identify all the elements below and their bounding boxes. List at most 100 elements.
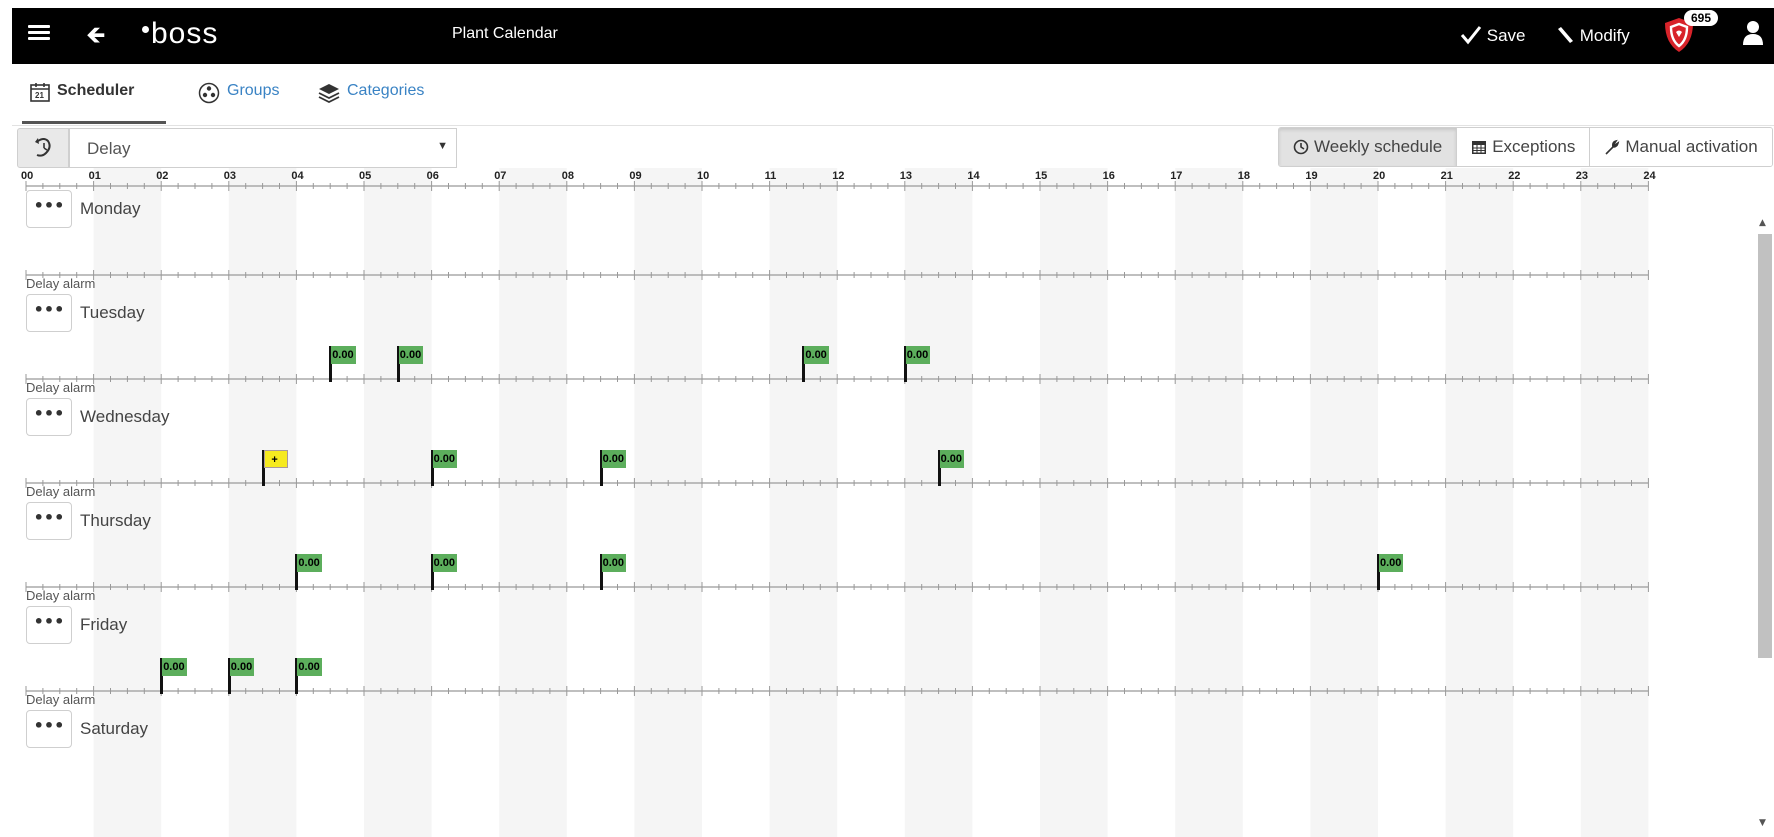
hour-label: 12 bbox=[832, 170, 844, 182]
scroll-up-arrow-icon[interactable]: ▲ bbox=[1759, 218, 1766, 228]
hour-label: 10 bbox=[697, 170, 709, 182]
modify-label: Modify bbox=[1579, 26, 1630, 45]
event-value: 0.00 bbox=[432, 450, 458, 468]
hour-stripe bbox=[1175, 168, 1243, 837]
delay-alarm-label: Delay alarm bbox=[26, 276, 96, 291]
delay-alarm-label: Delay alarm bbox=[26, 692, 96, 707]
save-button[interactable]: Save bbox=[1460, 25, 1525, 46]
hour-label: 22 bbox=[1508, 170, 1520, 182]
event-value: 0.00 bbox=[432, 554, 458, 572]
timeline-scrollbar[interactable]: ▲ ▼ bbox=[1754, 216, 1774, 837]
hour-label: 18 bbox=[1238, 170, 1250, 182]
hour-stripe bbox=[1310, 168, 1378, 837]
hour-label: 04 bbox=[291, 170, 304, 182]
day-menu-button[interactable]: ••• bbox=[26, 710, 72, 748]
hour-stripe bbox=[228, 168, 297, 837]
hour-label: 13 bbox=[900, 170, 912, 182]
hour-stripe bbox=[769, 168, 838, 837]
manual-activation-button[interactable]: Manual activation bbox=[1589, 128, 1772, 166]
hour-label: 20 bbox=[1373, 170, 1385, 182]
event-value: 0.00 bbox=[804, 346, 829, 364]
category-select-value: Delay bbox=[87, 139, 131, 158]
day-name: Monday bbox=[80, 199, 141, 218]
day-name: Tuesday bbox=[80, 303, 145, 322]
hour-label: 11 bbox=[765, 170, 777, 182]
event-value: 0.00 bbox=[601, 554, 627, 572]
alarm-count-badge: 695 bbox=[1684, 10, 1719, 26]
timeline-grid: 00 01 02 03 04 05 06 07 08 09 10 11 12 13 14 15 16 17 18 19… bbox=[21, 168, 1657, 837]
hour-label: 09 bbox=[629, 170, 641, 182]
svg-text:21: 21 bbox=[35, 91, 44, 100]
day-menu-button[interactable]: ••• bbox=[26, 190, 72, 228]
restore-button[interactable] bbox=[17, 128, 69, 168]
tab-groups-label: Groups bbox=[227, 82, 280, 99]
day-name: Saturday bbox=[80, 719, 149, 738]
event-value: 0.00 bbox=[939, 450, 965, 468]
layers-icon bbox=[318, 84, 340, 104]
exceptions-label: Exceptions bbox=[1492, 137, 1576, 156]
calendar-icon: 21 bbox=[30, 83, 50, 102]
calendar-icon bbox=[1472, 141, 1487, 154]
hour-label: 19 bbox=[1305, 170, 1317, 182]
tab-scheduler-label: Scheduler bbox=[57, 82, 135, 99]
hour-label: 06 bbox=[427, 170, 439, 182]
delay-alarm-label: Delay alarm bbox=[26, 484, 96, 499]
caret-down-icon: ▼ bbox=[437, 140, 448, 152]
wrench-icon bbox=[1605, 139, 1620, 155]
event-value: 0.00 bbox=[297, 554, 322, 572]
tab-bar: 21 Scheduler Groups Categories bbox=[12, 64, 1774, 126]
hour-label: 16 bbox=[1103, 170, 1115, 182]
event-value: 0.00 bbox=[297, 658, 322, 676]
page-title: Plant Calendar bbox=[452, 25, 558, 42]
hour-stripe bbox=[1580, 168, 1649, 837]
weekly-timeline: 00 01 02 03 04 05 06 07 08 09 10 11 12 13 14 15 16 17 18 19… bbox=[12, 168, 1762, 837]
tab-groups[interactable]: Groups bbox=[190, 82, 287, 124]
hour-label: 08 bbox=[562, 170, 574, 182]
hour-label: 23 bbox=[1576, 170, 1588, 182]
event-value: 0.00 bbox=[905, 346, 931, 364]
day-name: Friday bbox=[80, 615, 128, 634]
day-menu-button[interactable]: ••• bbox=[26, 606, 72, 644]
hour-label: 05 bbox=[359, 170, 371, 182]
weekly-schedule-label: Weekly schedule bbox=[1314, 137, 1443, 156]
category-select[interactable]: Delay ▼ bbox=[69, 128, 457, 168]
modify-button[interactable]: Modify bbox=[1555, 25, 1630, 46]
day-menu-button[interactable]: ••• bbox=[26, 294, 72, 332]
event-value: 0.00 bbox=[601, 450, 627, 468]
tab-categories-label: Categories bbox=[347, 82, 425, 99]
day-name: Wednesday bbox=[80, 407, 170, 426]
hour-label: 03 bbox=[224, 170, 236, 182]
hour-label: 21 bbox=[1441, 170, 1453, 182]
tab-scheduler[interactable]: 21 Scheduler bbox=[22, 82, 166, 124]
day-name: Thursday bbox=[80, 511, 151, 530]
hamburger-icon[interactable] bbox=[28, 22, 50, 44]
save-label: Save bbox=[1486, 26, 1526, 45]
hour-stripe bbox=[904, 168, 973, 837]
delay-alarm-label: Delay alarm bbox=[26, 588, 96, 603]
user-icon[interactable] bbox=[1742, 20, 1764, 46]
groups-icon bbox=[198, 82, 220, 104]
view-switch: Weekly schedule Exceptions Manual activa… bbox=[1278, 127, 1773, 167]
pencil-icon bbox=[1558, 27, 1573, 43]
arrow-left-icon[interactable]: 🡸 bbox=[86, 18, 106, 59]
hour-label: 15 bbox=[1035, 170, 1047, 182]
top-bar: 🡸 boss Plant Calendar Save Modify 695 bbox=[12, 8, 1774, 64]
hour-label: 00 bbox=[21, 170, 33, 182]
scroll-down-arrow-icon[interactable]: ▼ bbox=[1759, 818, 1766, 828]
event-value: 0.00 bbox=[229, 658, 255, 676]
hour-label: 01 bbox=[89, 170, 101, 182]
weekly-schedule-button[interactable]: Weekly schedule bbox=[1279, 128, 1457, 166]
hour-stripe bbox=[364, 168, 432, 837]
day-menu-button[interactable]: ••• bbox=[26, 398, 72, 436]
boss-logo[interactable]: boss bbox=[142, 17, 218, 51]
event-value: + bbox=[263, 450, 288, 468]
day-menu-button[interactable]: ••• bbox=[26, 502, 72, 540]
scroll-thumb[interactable] bbox=[1758, 234, 1772, 658]
event-value: 0.00 bbox=[398, 346, 424, 364]
exceptions-button[interactable]: Exceptions bbox=[1456, 128, 1590, 166]
hour-stripe bbox=[634, 168, 702, 837]
tab-categories[interactable]: Categories bbox=[310, 82, 432, 124]
hour-label: 17 bbox=[1170, 170, 1182, 182]
event-value: 0.00 bbox=[1379, 554, 1404, 572]
restore-icon bbox=[35, 138, 51, 157]
